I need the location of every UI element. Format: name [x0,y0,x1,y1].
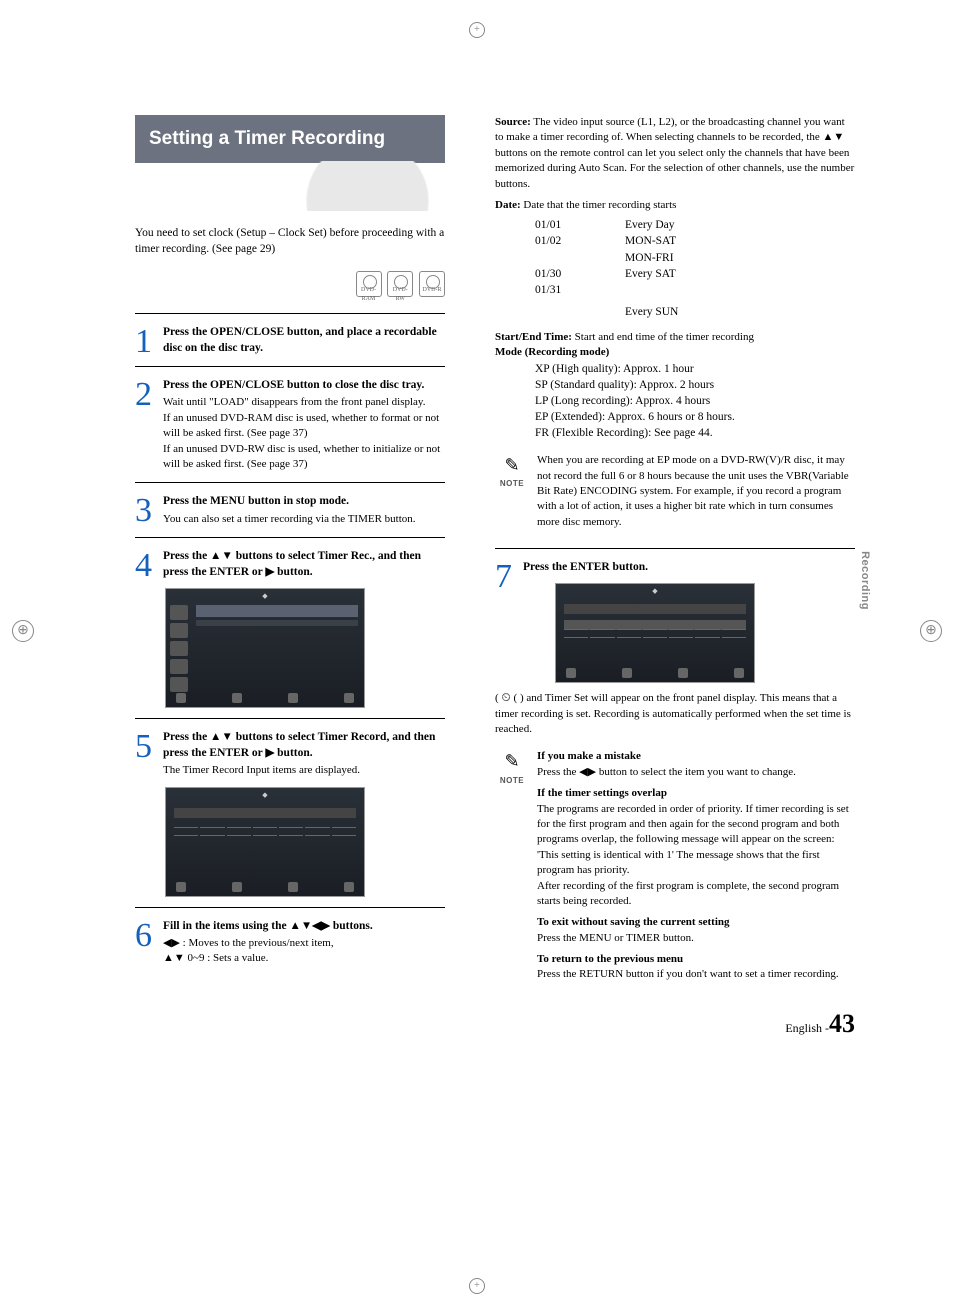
divider [135,907,445,908]
divider [135,537,445,538]
list-item: FR (Flexible Recording): See page 44. [535,425,855,441]
page-footer: English -43 [785,1006,855,1042]
table-row: MON-FRI [495,250,855,266]
note-label: NOTE [495,478,529,489]
date-definition: Date: Date that the timer recording star… [495,198,855,213]
title-background-disc-image [135,161,445,211]
registration-mark-left [12,620,34,642]
note-label: NOTE [495,775,529,786]
step-heading: Press the MENU button in stop mode. [163,493,445,509]
note-text: Press the MENU or TIMER button. [537,931,855,946]
list-item: LP (Long recording): Approx. 4 hours [535,393,855,409]
step-number: 2 [135,371,152,419]
step-1: 1 Press the OPEN/CLOSE button, and place… [135,324,445,356]
date-label: Date: [495,199,521,211]
disc-type-icons: DVD-RAM DVD-RW DVD-R [135,271,445,297]
timer-record-screenshot-1: ◆ [165,787,365,897]
note-block-2: ✎ NOTE If you make a mistake Press the ◀… [495,749,855,982]
table-row: 01/30Every SAT [495,266,855,282]
note-heading-return: To return to the previous menu [537,952,855,967]
start-end-time-definition: Start/End Time: Start and end time of th… [495,330,855,345]
step-heading: Press the ▲▼ buttons to select Timer Rec… [163,548,445,580]
intro-paragraph: You need to set clock (Setup – Clock Set… [135,225,445,257]
list-item: XP (High quality): Approx. 1 hour [535,361,855,377]
page-number: 43 [829,1009,855,1038]
source-definition: Source: The video input source (L1, L2),… [495,115,855,192]
prev-next-hint: ◀▶ : Moves to the previous/next item, [163,937,334,949]
registration-mark-right [920,620,942,642]
clock-icon: ⏲ [501,690,510,704]
note-heading-overlap: If the timer settings overlap [537,786,855,801]
table-row: 01/02MON-SAT [495,233,855,249]
divider [135,313,445,314]
step-body: ◀▶ : Moves to the previous/next item, ▲▼… [163,936,445,967]
note-text: Press the RETURN button if you don't wan… [537,967,855,982]
step-number: 3 [135,487,152,535]
step-number: 1 [135,318,152,366]
pencil-icon: ✎ [495,749,529,774]
date-options-table: 01/01Every Day 01/02MON-SAT MON-FRI 01/3… [495,217,855,320]
source-label: Source: [495,116,531,128]
divider [135,718,445,719]
dvd-r-icon: DVD-R [419,271,445,297]
page-title: Setting a Timer Recording [135,115,445,163]
step-number: 5 [135,723,152,771]
note-body: When you are recording at EP mode on a D… [537,453,855,530]
step-heading: Press the ENTER button. [523,559,855,575]
step-number: 4 [135,542,152,590]
divider [135,366,445,367]
step-6: 6 Fill in the items using the ▲▼◀▶ butto… [135,918,445,967]
note-text: Press the ◀▶ button to select the item y… [537,765,855,780]
menu-screenshot-1: ◆ [165,588,365,708]
dvd-rw-icon: DVD-RW [387,271,413,297]
step-number: 6 [135,912,152,960]
step-body: You can also set a timer recording via t… [163,512,445,527]
step-5: 5 Press the ▲▼ buttons to select Timer R… [135,729,445,779]
language-label: English - [785,1021,829,1035]
step-heading: Press the OPEN/CLOSE button to close the… [163,377,445,393]
step-heading: Fill in the items using the ▲▼◀▶ buttons… [163,918,445,934]
timer-record-screenshot-2: ◆ [555,583,755,683]
step-7: 7 Press the ENTER button. [495,559,855,575]
set-value-hint: ▲▼ 0~9 : Sets a value. [163,952,268,964]
step-4: 4 Press the ▲▼ buttons to select Timer R… [135,548,445,580]
note-heading-exit: To exit without saving the current setti… [537,915,855,930]
mode-label: Mode (Recording mode) [495,345,855,360]
step-body: The Timer Record Input items are display… [163,763,445,778]
divider [495,548,855,549]
registration-mark-top [469,22,485,38]
step-body: Wait until "LOAD" disappears from the fr… [163,395,445,472]
table-row: 01/01Every Day [495,217,855,233]
divider [135,482,445,483]
section-side-label: Recording [857,551,872,610]
step-number: 7 [495,553,512,601]
pencil-icon: ✎ [495,453,529,478]
table-row: 01/31 [495,282,855,298]
step-heading: Press the OPEN/CLOSE button, and place a… [163,324,445,356]
step-2: 2 Press the OPEN/CLOSE button to close t… [135,377,445,472]
time-label: Start/End Time: [495,331,572,343]
table-row: Every SUN [495,304,855,320]
list-item: SP (Standard quality): Approx. 2 hours [535,377,855,393]
note-heading-mistake: If you make a mistake [537,749,855,764]
recording-mode-list: XP (High quality): Approx. 1 hour SP (St… [495,361,855,441]
step-heading: Press the ▲▼ buttons to select Timer Rec… [163,729,445,761]
step-7-result-text: ( ⏲ ( ) and Timer Set will appear on the… [495,689,855,737]
list-item: EP (Extended): Approx. 6 hours or 8 hour… [535,409,855,425]
note-block-1: ✎ NOTE When you are recording at EP mode… [495,453,855,530]
step-3: 3 Press the MENU button in stop mode. Yo… [135,493,445,526]
dvd-ram-icon: DVD-RAM [356,271,382,297]
note-text: The programs are recorded in order of pr… [537,802,855,910]
registration-mark-bottom [469,1278,485,1294]
